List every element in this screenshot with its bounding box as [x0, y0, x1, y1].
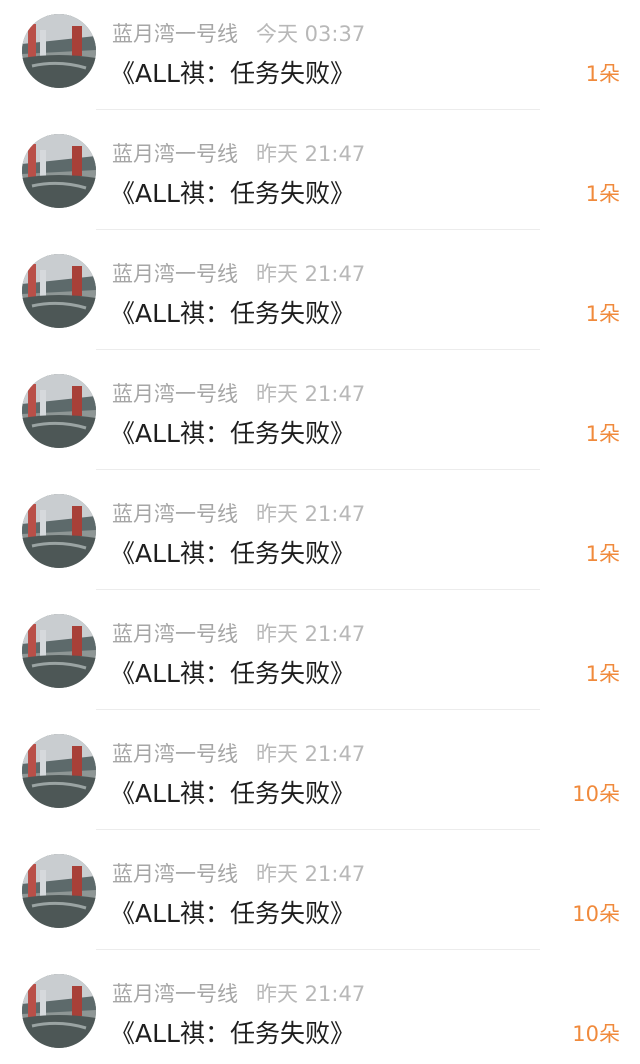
message-meta: 蓝月湾一号线 昨天 21:47: [112, 858, 365, 890]
message-row[interactable]: 蓝月湾一号线 昨天 21:47 《ALL祺：任务失败》 10朵: [0, 840, 640, 960]
flower-count: 1朵: [585, 662, 620, 686]
message-time: 昨天 21:47: [256, 742, 366, 766]
message-meta: 蓝月湾一号线 昨天 21:47: [112, 498, 365, 530]
sender-name: 蓝月湾一号线: [112, 142, 238, 166]
flower-count: 10朵: [572, 902, 620, 926]
flower-count: 10朵: [572, 1022, 620, 1046]
message-meta: 蓝月湾一号线 昨天 21:47: [112, 258, 365, 290]
message-row[interactable]: 蓝月湾一号线 今天 03:37 《ALL祺：任务失败》 1朵: [0, 0, 640, 120]
message-title: 《ALL祺：任务失败》: [110, 179, 355, 208]
divider: [96, 709, 540, 710]
avatar[interactable]: [22, 14, 96, 88]
message-row[interactable]: 蓝月湾一号线 昨天 21:47 《ALL祺：任务失败》 1朵: [0, 360, 640, 480]
avatar-image: [22, 374, 96, 448]
sender-name: 蓝月湾一号线: [112, 382, 238, 406]
avatar-image: [22, 14, 96, 88]
avatar[interactable]: [22, 614, 96, 688]
message-time: 昨天 21:47: [256, 982, 366, 1006]
sender-name: 蓝月湾一号线: [112, 22, 238, 46]
message-title: 《ALL祺：任务失败》: [110, 59, 355, 88]
avatar[interactable]: [22, 374, 96, 448]
divider: [96, 949, 540, 950]
avatar-image: [22, 254, 96, 328]
message-row[interactable]: 蓝月湾一号线 昨天 21:47 《ALL祺：任务失败》 10朵: [0, 960, 640, 1064]
divider: [96, 829, 540, 830]
message-title: 《ALL祺：任务失败》: [110, 899, 355, 928]
message-meta: 蓝月湾一号线 昨天 21:47: [112, 738, 365, 770]
divider: [96, 469, 540, 470]
message-row[interactable]: 蓝月湾一号线 昨天 21:47 《ALL祺：任务失败》 1朵: [0, 480, 640, 600]
sender-name: 蓝月湾一号线: [112, 622, 238, 646]
avatar-image: [22, 854, 96, 928]
flower-count: 1朵: [585, 182, 620, 206]
message-time: 昨天 21:47: [256, 382, 366, 406]
message-time: 昨天 21:47: [256, 262, 366, 286]
sender-name: 蓝月湾一号线: [112, 742, 238, 766]
sender-name: 蓝月湾一号线: [112, 262, 238, 286]
message-title: 《ALL祺：任务失败》: [110, 419, 355, 448]
flower-count: 10朵: [572, 782, 620, 806]
message-time: 昨天 21:47: [256, 862, 366, 886]
avatar-image: [22, 734, 96, 808]
divider: [96, 349, 540, 350]
message-time: 昨天 21:47: [256, 502, 366, 526]
message-row[interactable]: 蓝月湾一号线 昨天 21:47 《ALL祺：任务失败》 1朵: [0, 240, 640, 360]
message-meta: 蓝月湾一号线 今天 03:37: [112, 18, 365, 50]
message-title: 《ALL祺：任务失败》: [110, 659, 355, 688]
message-title: 《ALL祺：任务失败》: [110, 299, 355, 328]
avatar[interactable]: [22, 854, 96, 928]
divider: [96, 229, 540, 230]
avatar[interactable]: [22, 134, 96, 208]
flower-count: 1朵: [585, 422, 620, 446]
avatar-image: [22, 134, 96, 208]
divider: [96, 589, 540, 590]
message-time: 昨天 21:47: [256, 142, 366, 166]
message-title: 《ALL祺：任务失败》: [110, 779, 355, 808]
message-title: 《ALL祺：任务失败》: [110, 1019, 355, 1048]
message-time: 昨天 21:47: [256, 622, 366, 646]
sender-name: 蓝月湾一号线: [112, 862, 238, 886]
message-time: 今天 03:37: [256, 22, 366, 46]
message-meta: 蓝月湾一号线 昨天 21:47: [112, 618, 365, 650]
message-meta: 蓝月湾一号线 昨天 21:47: [112, 138, 365, 170]
message-title: 《ALL祺：任务失败》: [110, 539, 355, 568]
sender-name: 蓝月湾一号线: [112, 982, 238, 1006]
avatar[interactable]: [22, 734, 96, 808]
flower-count: 1朵: [585, 542, 620, 566]
message-meta: 蓝月湾一号线 昨天 21:47: [112, 378, 365, 410]
message-row[interactable]: 蓝月湾一号线 昨天 21:47 《ALL祺：任务失败》 1朵: [0, 600, 640, 720]
avatar[interactable]: [22, 494, 96, 568]
message-row[interactable]: 蓝月湾一号线 昨天 21:47 《ALL祺：任务失败》 1朵: [0, 120, 640, 240]
flower-count: 1朵: [585, 302, 620, 326]
avatar-image: [22, 614, 96, 688]
message-meta: 蓝月湾一号线 昨天 21:47: [112, 978, 365, 1010]
sender-name: 蓝月湾一号线: [112, 502, 238, 526]
message-list: 蓝月湾一号线 今天 03:37 《ALL祺：任务失败》 1朵 蓝月湾一号线 昨天 2…: [0, 0, 640, 1064]
avatar[interactable]: [22, 974, 96, 1048]
message-row[interactable]: 蓝月湾一号线 昨天 21:47 《ALL祺：任务失败》 10朵: [0, 720, 640, 840]
avatar-image: [22, 494, 96, 568]
divider: [96, 109, 540, 110]
flower-count: 1朵: [585, 62, 620, 86]
avatar-image: [22, 974, 96, 1048]
avatar[interactable]: [22, 254, 96, 328]
